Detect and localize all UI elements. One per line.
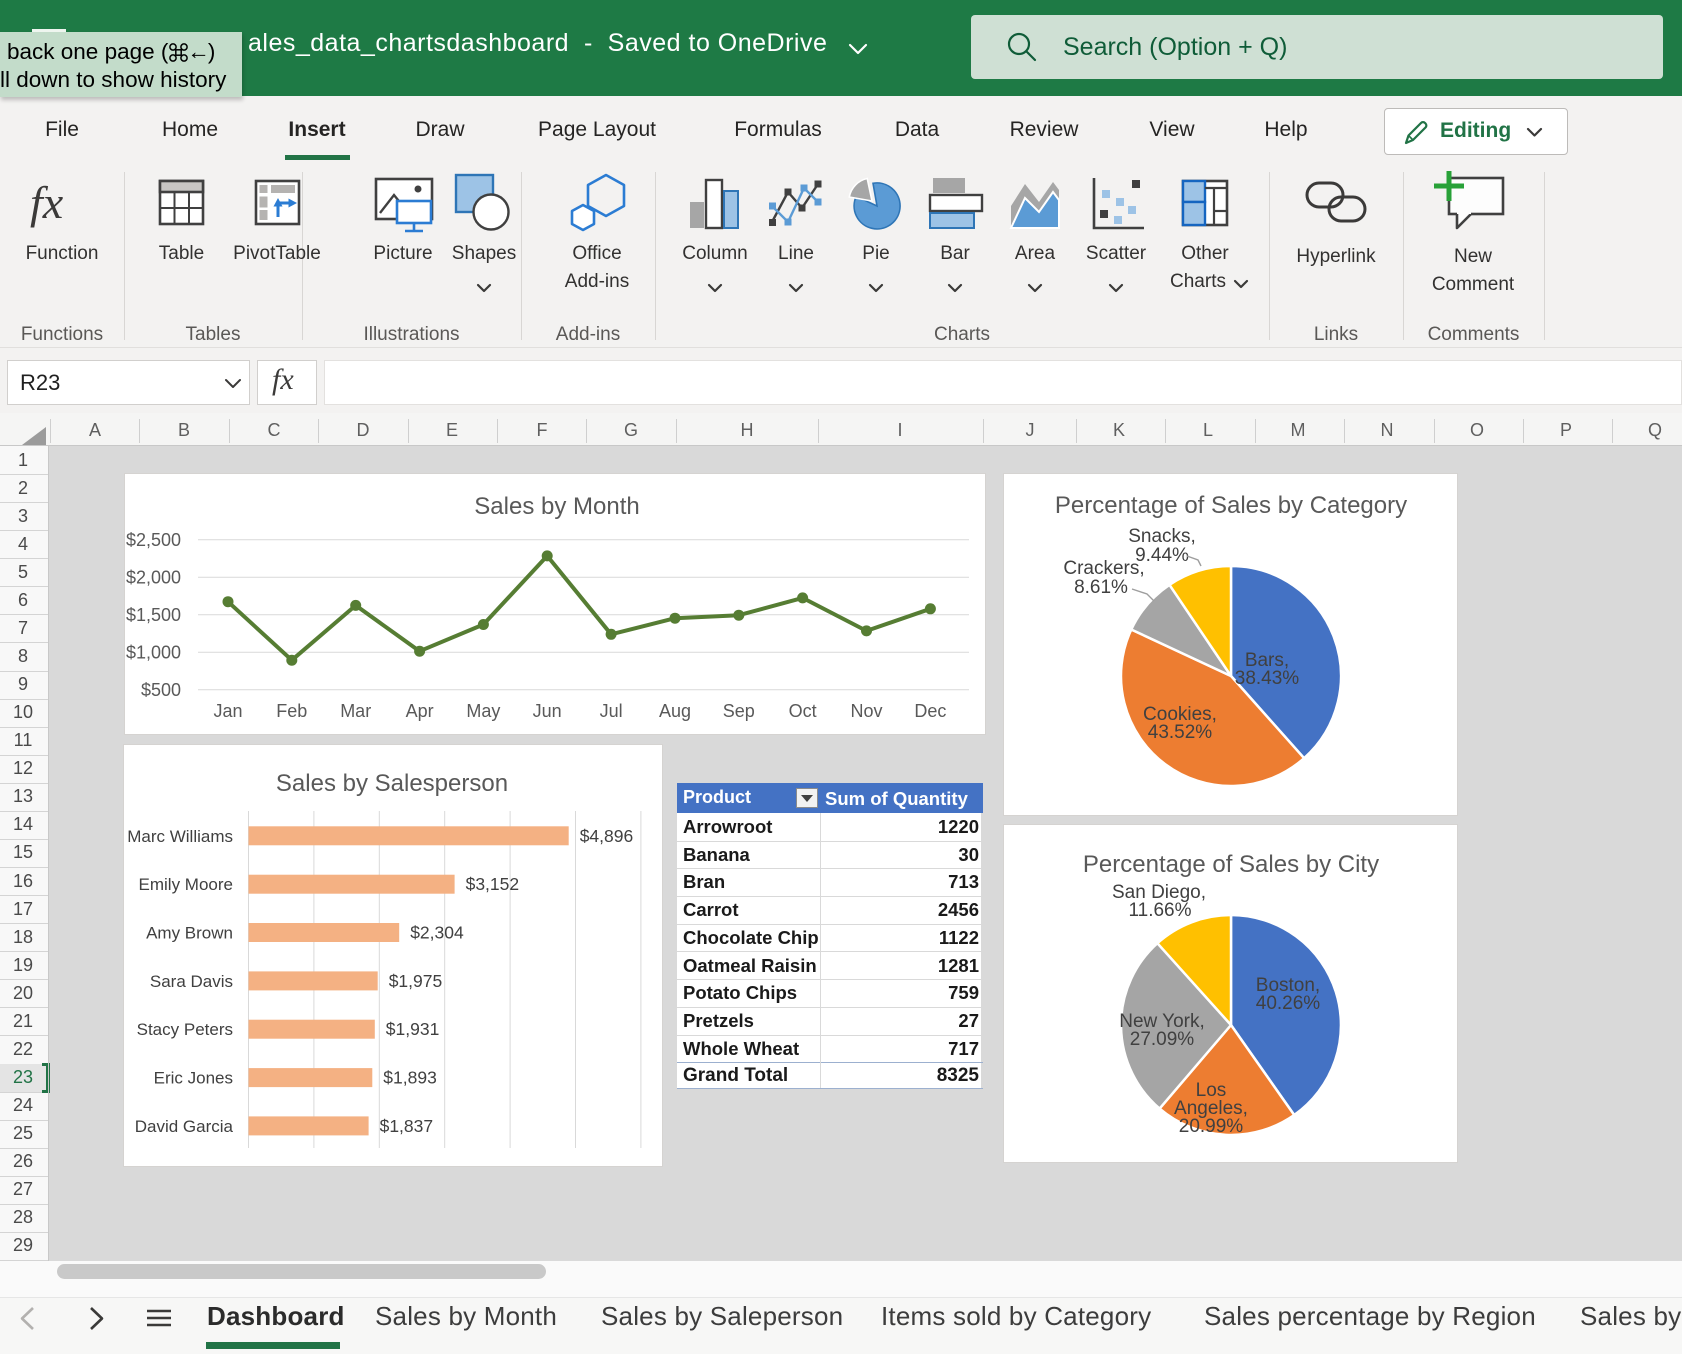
- svg-text:27.09%: 27.09%: [1130, 1029, 1195, 1050]
- svg-text:40.26%: 40.26%: [1256, 993, 1321, 1014]
- svg-text:Feb: Feb: [276, 701, 307, 721]
- svg-text:Crackers,: Crackers,: [1063, 558, 1144, 579]
- svg-text:Sep: Sep: [723, 701, 755, 721]
- svg-text:Percentage of Sales by City: Percentage of Sales by City: [1083, 851, 1379, 878]
- svg-text:Emily Moore: Emily Moore: [139, 875, 233, 894]
- svg-text:11.66%: 11.66%: [1128, 900, 1191, 921]
- svg-text:Sara Davis: Sara Davis: [150, 972, 233, 991]
- svg-text:$3,152: $3,152: [466, 874, 520, 894]
- svg-text:$2,304: $2,304: [410, 923, 464, 943]
- svg-text:Dec: Dec: [914, 701, 946, 721]
- svg-text:8.61%: 8.61%: [1074, 577, 1128, 598]
- svg-text:$500: $500: [141, 680, 181, 700]
- svg-text:$2,500: $2,500: [126, 530, 181, 550]
- svg-text:$4,896: $4,896: [580, 826, 634, 846]
- svg-text:Sales by Salesperson: Sales by Salesperson: [276, 770, 508, 797]
- svg-text:$1,500: $1,500: [126, 605, 181, 625]
- svg-text:20.99%: 20.99%: [1179, 1116, 1244, 1137]
- svg-text:Percentage of Sales by Categor: Percentage of Sales by Category: [1055, 492, 1407, 519]
- svg-text:Marc Williams: Marc Williams: [127, 827, 233, 846]
- svg-text:$1,931: $1,931: [386, 1019, 440, 1039]
- svg-text:43.52%: 43.52%: [1148, 722, 1213, 743]
- svg-text:$1,893: $1,893: [383, 1068, 437, 1088]
- svg-text:38.43%: 38.43%: [1235, 668, 1300, 689]
- svg-text:May: May: [466, 701, 500, 721]
- svg-text:Nov: Nov: [850, 701, 882, 721]
- svg-text:Jun: Jun: [533, 701, 562, 721]
- svg-text:$1,975: $1,975: [389, 971, 443, 991]
- svg-text:Snacks,: Snacks,: [1128, 526, 1196, 547]
- svg-text:Sales by Month: Sales by Month: [474, 493, 639, 520]
- svg-text:$1,837: $1,837: [380, 1116, 434, 1136]
- svg-text:Stacy Peters: Stacy Peters: [137, 1020, 233, 1039]
- svg-text:Jan: Jan: [213, 701, 242, 721]
- svg-text:$2,000: $2,000: [126, 567, 181, 587]
- svg-text:$1,000: $1,000: [126, 642, 181, 662]
- svg-text:Eric Jones: Eric Jones: [154, 1069, 233, 1088]
- svg-text:Apr: Apr: [406, 701, 434, 721]
- svg-text:Oct: Oct: [789, 701, 817, 721]
- svg-text:David Garcia: David Garcia: [135, 1117, 234, 1136]
- svg-text:Mar: Mar: [340, 701, 371, 721]
- svg-text:Amy Brown: Amy Brown: [146, 924, 233, 943]
- svg-text:9.44%: 9.44%: [1135, 545, 1189, 566]
- svg-text:Aug: Aug: [659, 701, 691, 721]
- svg-text:Jul: Jul: [600, 701, 623, 721]
